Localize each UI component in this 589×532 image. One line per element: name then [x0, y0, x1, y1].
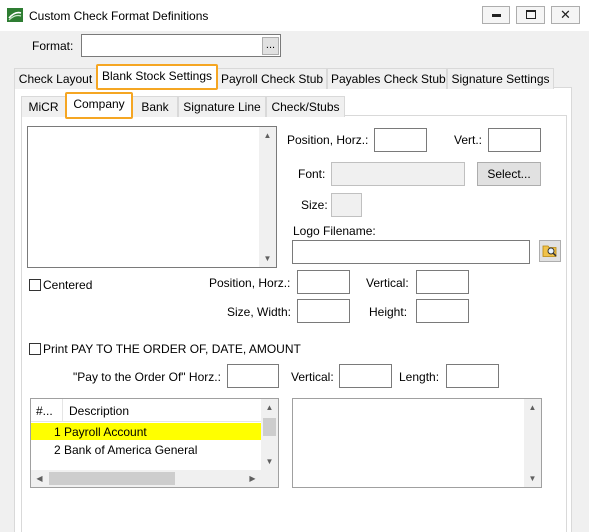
- subtab-highlight-frame: [65, 92, 133, 119]
- tab-payables-check-stub[interactable]: Payables Check Stub: [327, 68, 447, 89]
- subtab-check-stubs-label: Check/Stubs: [271, 100, 340, 114]
- pay-vertical-label: Vertical:: [291, 370, 334, 384]
- vertical-input[interactable]: [416, 270, 469, 294]
- pay-horz-label: "Pay to the Order Of" Horz.:: [73, 370, 221, 384]
- company-text-area[interactable]: ▲ ▼: [27, 126, 277, 268]
- scroll-up-icon[interactable]: ▲: [524, 399, 541, 416]
- format-label: Format:: [32, 39, 74, 53]
- size-label: Size:: [301, 198, 328, 212]
- length-input[interactable]: [446, 364, 499, 388]
- centered-checkbox[interactable]: [29, 279, 41, 291]
- close-button[interactable]: ✕: [551, 6, 580, 24]
- vert-label: Vert.:: [454, 133, 483, 147]
- tab-payroll-check-stub-label: Payroll Check Stub: [221, 72, 324, 86]
- height-label: Height:: [369, 305, 408, 319]
- scroll-up-icon[interactable]: ▲: [259, 127, 276, 144]
- scroll-thumb[interactable]: [49, 472, 175, 485]
- position-horz-label: Position, Horz.:: [287, 133, 369, 147]
- subtab-signature-line-label: Signature Line: [183, 100, 261, 114]
- tab-check-layout[interactable]: Check Layout: [14, 68, 97, 89]
- scroll-down-icon[interactable]: ▼: [259, 250, 276, 267]
- select-font-button[interactable]: Select...: [477, 162, 541, 186]
- accounts-list[interactable]: #... Description 1 Payroll Account 2 Ban…: [30, 398, 279, 488]
- column-divider: [62, 399, 63, 421]
- scroll-up-icon[interactable]: ▲: [261, 399, 278, 416]
- maximize-button[interactable]: [516, 6, 545, 24]
- tab-check-layout-label: Check Layout: [18, 72, 93, 86]
- select-font-label: Select...: [487, 167, 531, 181]
- tab-payables-check-stub-label: Payables Check Stub: [331, 72, 446, 86]
- scroll-corner: [261, 470, 278, 487]
- subtab-bank[interactable]: Bank: [132, 96, 178, 117]
- title-bar: Custom Check Format Definitions ✕: [0, 0, 589, 31]
- subtab-bank-label: Bank: [141, 100, 169, 114]
- table-row[interactable]: 1 Payroll Account: [31, 423, 261, 440]
- print-pay-label: Print PAY TO THE ORDER OF, DATE, AMOUNT: [43, 342, 301, 356]
- position-horz-input[interactable]: [374, 128, 427, 152]
- maximize-icon: [526, 10, 536, 19]
- minimize-button[interactable]: [482, 6, 510, 24]
- format-input[interactable]: [81, 34, 281, 57]
- scroll-thumb[interactable]: [263, 418, 276, 436]
- table-row[interactable]: 2 Bank of America General: [31, 441, 261, 458]
- length-label: Length:: [399, 370, 440, 384]
- size-width-input[interactable]: [297, 299, 350, 323]
- pay-horz-input[interactable]: [227, 364, 279, 388]
- font-field: [331, 162, 465, 186]
- tab-payroll-check-stub[interactable]: Payroll Check Stub: [217, 68, 327, 89]
- logo-filename-label: Logo Filename:: [293, 224, 376, 238]
- scroll-down-icon[interactable]: ▼: [261, 453, 278, 470]
- format-browse-button[interactable]: ...: [262, 37, 279, 55]
- window-title: Custom Check Format Definitions: [29, 9, 209, 23]
- font-label: Font:: [298, 167, 326, 181]
- centered-label: Centered: [43, 278, 93, 292]
- row-description: Bank of America General: [64, 443, 198, 457]
- close-icon: ✕: [560, 7, 571, 22]
- tab-signature-settings-label: Signature Settings: [451, 72, 550, 86]
- folder-search-icon: [542, 245, 557, 257]
- height-input[interactable]: [416, 299, 469, 323]
- subtab-signature-line[interactable]: Signature Line: [178, 96, 266, 117]
- logo-filename-input[interactable]: [292, 240, 530, 264]
- browse-logo-button[interactable]: [539, 240, 561, 262]
- size-width-label: Size, Width:: [227, 305, 292, 319]
- row-description: Payroll Account: [64, 425, 147, 439]
- size-field: [331, 193, 362, 217]
- scroll-right-icon[interactable]: ▶: [244, 470, 261, 487]
- notes-text-area[interactable]: ▲ ▼: [292, 398, 542, 488]
- column-description-header[interactable]: Description: [69, 404, 129, 418]
- row-number: 2: [54, 443, 61, 457]
- tab-signature-settings[interactable]: Signature Settings: [447, 68, 554, 89]
- notes-scrollbar[interactable]: ▲ ▼: [524, 399, 541, 487]
- app-icon: [7, 8, 23, 22]
- tab-highlight-frame: [96, 64, 218, 90]
- scroll-down-icon[interactable]: ▼: [524, 470, 541, 487]
- subtab-check-stubs[interactable]: Check/Stubs: [266, 96, 345, 117]
- vert-input[interactable]: [488, 128, 541, 152]
- column-number-header[interactable]: #...: [36, 404, 53, 418]
- logo-position-horz-label: Position, Horz.:: [209, 276, 291, 290]
- subtab-micr[interactable]: MiCR: [21, 96, 66, 117]
- accounts-vertical-scrollbar[interactable]: ▲ ▼: [261, 399, 278, 470]
- logo-position-horz-input[interactable]: [297, 270, 350, 294]
- company-text-scrollbar[interactable]: ▲ ▼: [259, 127, 276, 267]
- browse-label: ...: [265, 39, 276, 51]
- subtab-micr-label: MiCR: [28, 100, 59, 114]
- pay-vertical-input[interactable]: [339, 364, 392, 388]
- vertical-label: Vertical:: [366, 276, 409, 290]
- print-pay-checkbox[interactable]: [29, 343, 41, 355]
- row-number: 1: [54, 425, 61, 439]
- accounts-header: #... Description: [31, 399, 261, 422]
- scroll-left-icon[interactable]: ◀: [31, 470, 48, 487]
- minimize-icon: [492, 14, 501, 17]
- accounts-horizontal-scrollbar[interactable]: ◀ ▶: [31, 470, 261, 487]
